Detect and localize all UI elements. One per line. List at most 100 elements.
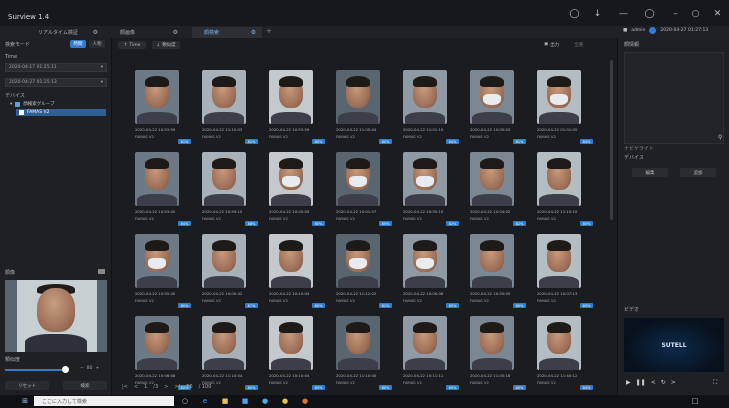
result-card[interactable]: 2020-04-22 10:11:11 FAMAS V2 85% [403, 316, 459, 392]
mail-icon[interactable]: ■ [240, 396, 250, 406]
result-card[interactable]: 2020-04-22 10:07:13 FAMAS V2 85% [537, 234, 593, 310]
restore-icon[interactable]: ○ [690, 8, 701, 19]
face-thumbnail[interactable] [135, 316, 179, 370]
face-thumbnail[interactable] [336, 316, 380, 370]
face-thumbnail[interactable] [336, 70, 380, 124]
face-thumbnail[interactable] [135, 234, 179, 288]
last-page-icon[interactable]: >| [174, 384, 180, 390]
slider-handle[interactable] [62, 366, 69, 373]
face-thumbnail[interactable] [470, 70, 514, 124]
threshold-slider[interactable] [5, 369, 67, 371]
face-thumbnail[interactable] [202, 234, 246, 288]
result-card[interactable]: 2020-04-22 11:12:02 FAMAS V2 81% [336, 234, 392, 310]
tab-face-image[interactable]: 顔画像 ⚙ [112, 27, 184, 38]
prev-page-icon[interactable]: < [134, 384, 138, 390]
result-card[interactable]: 2020-04-22 10:00:42 FAMAS V2 87% [202, 234, 258, 310]
face-thumbnail[interactable] [269, 70, 313, 124]
user-circle-icon[interactable]: ◯ [644, 8, 655, 19]
face-thumbnail[interactable] [135, 152, 179, 206]
expand-icon[interactable]: ▾ [10, 102, 12, 107]
face-thumbnail[interactable] [202, 152, 246, 206]
face-thumbnail[interactable] [403, 152, 447, 206]
mode-time-button[interactable]: 時間 [70, 40, 86, 48]
face-thumbnail[interactable] [403, 70, 447, 124]
face-thumbnail[interactable] [537, 152, 581, 206]
tab-close-icon[interactable]: ⚙ [173, 29, 178, 36]
windows-start-icon[interactable]: ⊞ [20, 396, 30, 406]
result-card[interactable]: 2020-04-22 11:10:54 FAMAS V2 80% [202, 316, 258, 392]
next-page-icon[interactable]: > [164, 384, 168, 390]
result-card[interactable]: 2020-04-22 10:04:02 FAMAS V2 82% [470, 152, 526, 228]
face-thumbnail[interactable] [336, 234, 380, 288]
per-page-select[interactable]: 50 [186, 384, 192, 390]
end-time-field[interactable]: 2020-04-27 01:25:13 ▾ [5, 78, 107, 87]
reset-button[interactable]: リセット [5, 381, 49, 390]
prev-icon[interactable]: < [651, 379, 656, 386]
result-card[interactable]: 2020-04-22 10:53:59 FAMAS V2 80% [269, 70, 325, 146]
result-card[interactable]: 2020-04-22 10:01:07 FAMAS V2 85% [336, 152, 392, 228]
mode-person-button[interactable]: 人物 [89, 40, 105, 48]
face-thumbnail[interactable] [403, 234, 447, 288]
add-tab-icon[interactable]: + [266, 27, 272, 35]
result-card[interactable]: 2020-04-22 10:59:10 FAMAS V2 88% [202, 152, 258, 228]
result-card[interactable]: 2020-04-22 10:53:45 FAMAS V2 84% [135, 152, 191, 228]
result-card[interactable]: 2020-04-22 11:01:15 FAMAS V2 84% [403, 70, 459, 146]
scrollbar[interactable] [610, 60, 613, 220]
search-button[interactable]: 検索 [63, 381, 107, 390]
result-card[interactable]: 2020-04-22 10:55:05 FAMAS V2 80% [470, 234, 526, 310]
folder-icon[interactable]: ■ [220, 396, 230, 406]
zoom-icon[interactable]: ⚲ [718, 134, 722, 141]
add-button[interactable]: 追加 [680, 168, 716, 177]
taskbar-search-input[interactable]: ここに入力して検索 [34, 396, 174, 406]
result-card[interactable]: 2020-04-22 11:40:12 FAMAS V2 84% [537, 316, 593, 392]
face-thumbnail[interactable] [135, 70, 179, 124]
result-card[interactable]: 2020-04-22 10:50:10 FAMAS V2 82% [403, 152, 459, 228]
notification-icon[interactable]: □ [690, 396, 700, 406]
result-card[interactable]: 2020-04-22 11:15:10 FAMAS V2 85% [537, 152, 593, 228]
tab-close-icon[interactable]: ⚙ [251, 29, 256, 36]
start-time-field[interactable]: 2020-04-17 01:25:11 ▾ [5, 63, 107, 72]
result-card[interactable]: 2020-04-22 10:56:08 FAMAS V2 80% [135, 316, 191, 392]
close-icon[interactable]: ✕ [712, 8, 723, 19]
next-icon[interactable]: > [671, 379, 676, 386]
face-thumbnail[interactable] [403, 316, 447, 370]
tree-device-item[interactable]: FAMAS V2 [16, 109, 106, 116]
result-card[interactable]: 2020-04-22 11:05:18 FAMAS V2 80% [470, 316, 526, 392]
menu-icon[interactable]: — [618, 8, 629, 19]
video-player[interactable]: SUTELL [624, 318, 724, 372]
plus-icon[interactable]: + [96, 366, 100, 371]
app-icon[interactable]: ● [280, 396, 290, 406]
checkbox-icon[interactable] [19, 110, 24, 115]
face-thumbnail[interactable] [269, 316, 313, 370]
bell-icon[interactable]: ◯ [569, 8, 580, 19]
task-view-icon[interactable]: ○ [180, 396, 190, 406]
tab-face-search[interactable]: 顔検索 ⚙ [192, 27, 262, 38]
fullscreen-icon[interactable]: ⛶ [713, 379, 717, 387]
first-page-icon[interactable]: |< [122, 384, 128, 390]
result-card[interactable]: 2020-04-22 10:10:04 FAMAS V2 80% [269, 234, 325, 310]
face-thumbnail[interactable] [537, 316, 581, 370]
page-number[interactable]: 1 [144, 384, 147, 390]
download-icon[interactable]: ↓ [592, 8, 603, 19]
minimize-icon[interactable]: – [670, 8, 681, 19]
result-card[interactable]: 2020-04-22 11:10:00 FAMAS V2 80% [336, 316, 392, 392]
face-thumbnail[interactable] [336, 152, 380, 206]
image-icon[interactable] [98, 269, 105, 274]
checkbox-icon[interactable] [15, 101, 21, 107]
face-thumbnail[interactable] [537, 70, 581, 124]
face-thumbnail[interactable] [202, 316, 246, 370]
face-thumbnail[interactable] [470, 152, 514, 206]
pause-icon[interactable]: ❚❚ [636, 379, 646, 386]
minus-icon[interactable]: − [80, 366, 84, 371]
result-card[interactable]: 2020-04-22 10:00:05 FAMAS V2 80% [269, 152, 325, 228]
face-thumbnail[interactable] [269, 152, 313, 206]
face-thumbnail[interactable] [269, 234, 313, 288]
speed-icon[interactable]: ↻ [661, 379, 666, 386]
result-card[interactable]: 2020-04-22 01:01:05 FAMAS V2 84% [537, 70, 593, 146]
play-icon[interactable]: ▶ [626, 379, 631, 386]
result-card[interactable]: 2020-04-22 11:05:44 FAMAS V2 80% [336, 70, 392, 146]
face-thumbnail[interactable] [470, 234, 514, 288]
face-thumbnail[interactable] [470, 316, 514, 370]
edge-icon[interactable]: e [200, 396, 210, 406]
tree-root[interactable]: ▾ 顔検索グループ [10, 101, 55, 107]
